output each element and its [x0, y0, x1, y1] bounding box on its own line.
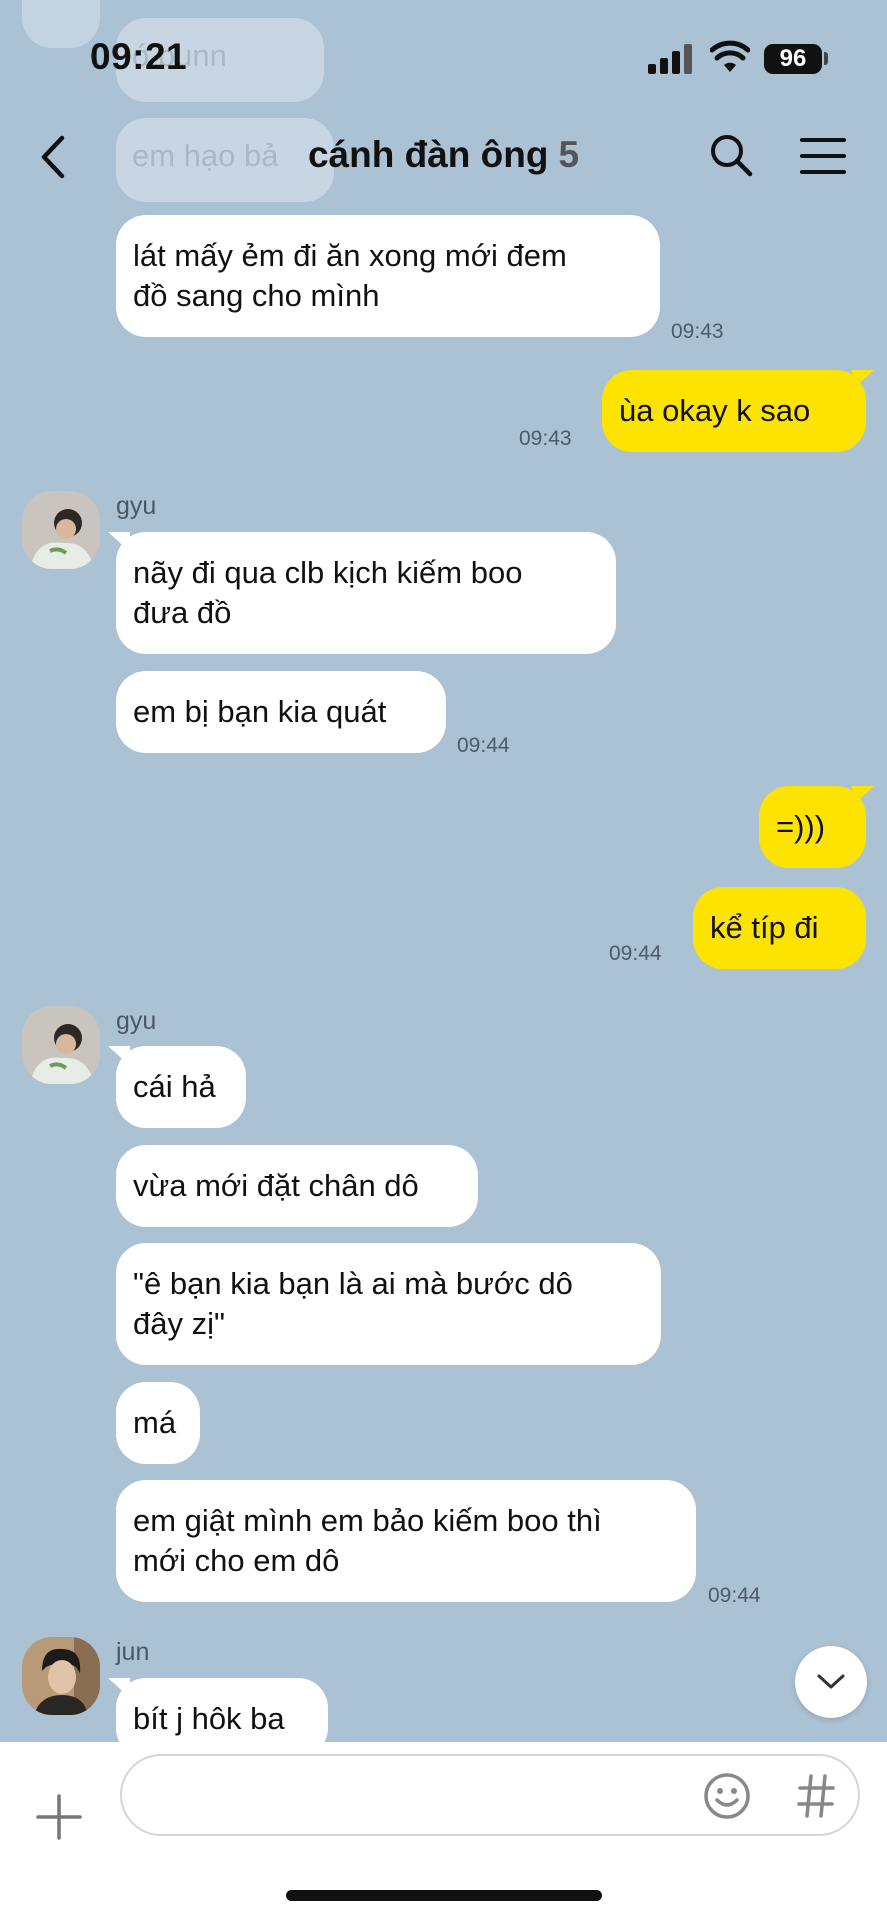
- wifi-icon: [710, 40, 750, 72]
- faded-avatar: [22, 0, 100, 48]
- avatar-gyu[interactable]: [22, 1006, 100, 1084]
- message-bubble-incoming[interactable]: em giật mình em bảo kiếm boo thì mới cho…: [116, 1480, 696, 1602]
- message-bubble-incoming[interactable]: nãy đi qua clb kịch kiếm boo đưa đồ: [108, 532, 616, 654]
- sender-name: gyu: [116, 492, 157, 520]
- search-icon[interactable]: [708, 132, 754, 178]
- message-bubble-incoming[interactable]: em bị bạn kia quát: [116, 671, 446, 753]
- avatar-image: [22, 491, 100, 569]
- message-time: 09:43: [519, 427, 572, 450]
- message-bubble-outgoing[interactable]: kể típ đi: [693, 887, 866, 969]
- avatar-image: [22, 1637, 100, 1715]
- avatar-image: [22, 1006, 100, 1084]
- message-bubble-outgoing[interactable]: ùa okay k sao: [602, 370, 874, 452]
- message-time: 09:44: [457, 734, 510, 757]
- emoji-icon[interactable]: [703, 1772, 751, 1820]
- battery-nub: [824, 52, 828, 65]
- message-bubble-incoming[interactable]: cái hả: [108, 1046, 246, 1128]
- message-bubble-incoming[interactable]: vừa mới đặt chân dô: [116, 1145, 478, 1227]
- plus-icon[interactable]: [36, 1794, 82, 1840]
- menu-icon[interactable]: [800, 136, 846, 176]
- hash-icon[interactable]: [796, 1772, 836, 1820]
- message-bubble-outgoing[interactable]: =))): [759, 786, 874, 868]
- sender-name: gyu: [116, 1007, 157, 1035]
- status-time: 09:21: [90, 36, 188, 77]
- chat-title-text: cánh đàn ông: [307, 134, 549, 175]
- signal-icon: [648, 44, 692, 74]
- sender-name: jun: [116, 1638, 150, 1666]
- member-count: 5: [558, 134, 580, 175]
- home-indicator[interactable]: [286, 1890, 602, 1901]
- message-time: 09:44: [708, 1584, 761, 1607]
- avatar-jun[interactable]: [22, 1637, 100, 1715]
- chevron-down-icon: [817, 1674, 845, 1689]
- message-time: 09:43: [671, 320, 724, 343]
- scroll-down-button[interactable]: [795, 1646, 867, 1718]
- message-time: 09:44: [609, 942, 662, 965]
- message-bubble-incoming[interactable]: "ê bạn kia bạn là ai mà bước dô đây zị": [116, 1243, 661, 1365]
- battery-indicator: 96: [764, 44, 822, 74]
- message-bubble-incoming[interactable]: má: [116, 1382, 200, 1464]
- message-bubble-incoming[interactable]: lát mấy ẻm đi ăn xong mới đem đồ sang ch…: [116, 215, 660, 337]
- avatar-gyu[interactable]: [22, 491, 100, 569]
